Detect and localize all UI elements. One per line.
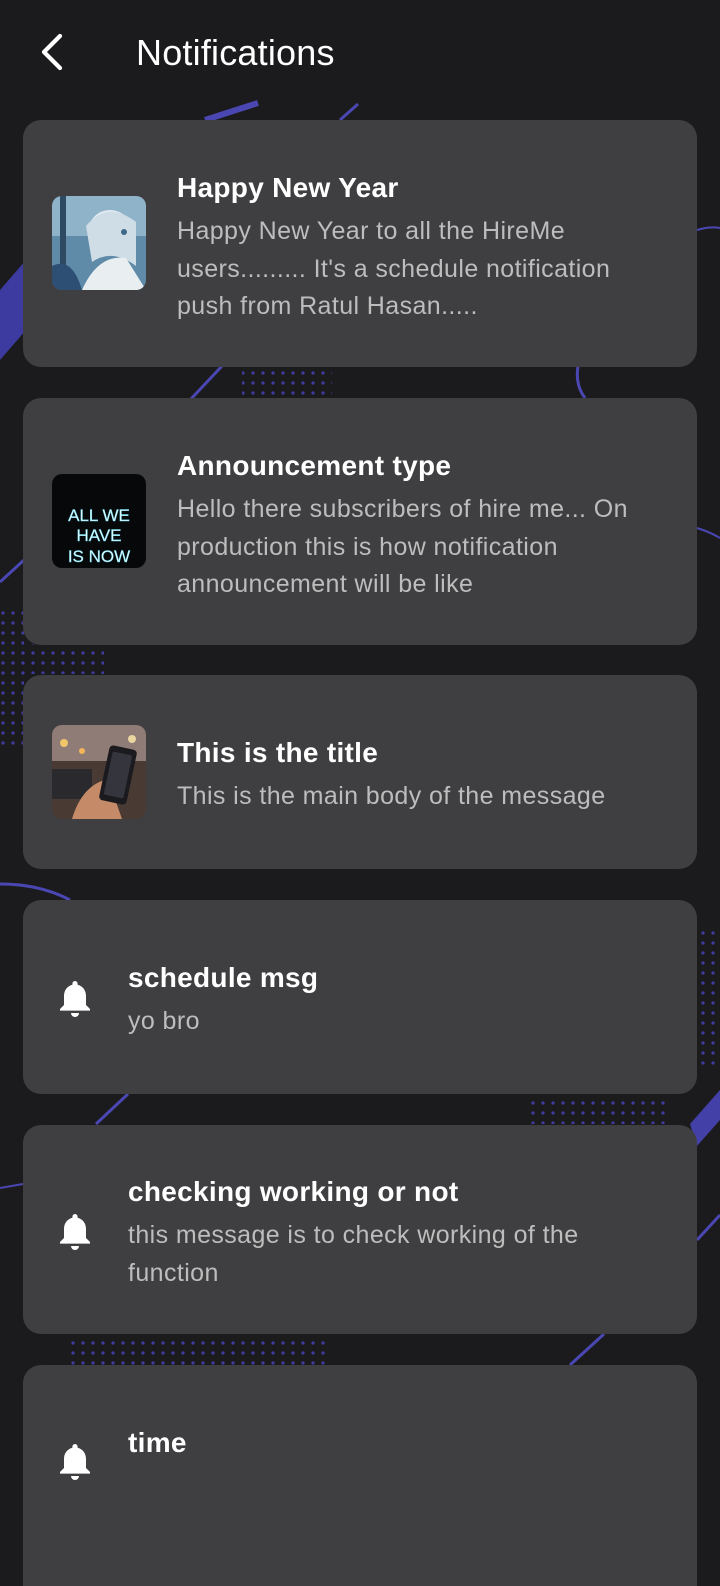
notification-image [52,196,146,290]
notification-text: time [128,1426,657,1460]
page-title: Notifications [136,32,335,73]
notification-card[interactable]: time [23,1365,697,1586]
back-button[interactable] [28,28,76,76]
notification-title: checking working or not [128,1176,459,1207]
notification-card[interactable]: schedule msg yo bro [23,900,697,1094]
notification-body: yo bro [128,1007,200,1035]
notification-text: checking working or not this message is … [128,1175,657,1292]
notification-title: This is the title [177,737,379,768]
notification-image: ALL WE HAVE IS NOW [52,474,146,568]
notification-title: schedule msg [128,962,319,993]
notification-body: This is the main body of the message [177,782,606,810]
image-text-line-2: HAVE [76,526,121,545]
notification-text: Happy New Year Happy New Year to all the… [177,171,657,326]
notification-body: this message is to check working of the … [128,1221,579,1287]
notification-text: This is the title This is the main body … [177,736,657,816]
notification-card[interactable]: This is the title This is the main body … [23,675,697,869]
bell-icon [60,1214,90,1250]
image-text-line-1: ALL WE [68,506,130,525]
notification-image [52,725,146,819]
notification-card[interactable]: Happy New Year Happy New Year to all the… [23,120,697,367]
notification-title: Happy New Year [177,172,399,203]
image-text-line-3: IS NOW [68,547,130,566]
app-bar: Notifications [0,0,720,108]
notification-title: Announcement type [177,450,452,481]
notification-text: Announcement type Hello there subscriber… [177,449,657,604]
notification-body: Hello there subscribers of hire me... On… [177,495,628,598]
bell-icon [60,1444,90,1480]
notification-card[interactable]: ALL WE HAVE IS NOW Announcement type Hel… [23,398,697,645]
bell-icon [60,981,90,1017]
chevron-left-icon [41,33,63,71]
notification-text: schedule msg yo bro [128,961,657,1041]
notification-body: Happy New Year to all the HireMe users..… [177,217,611,320]
notification-title: time [128,1427,187,1458]
notification-card[interactable]: checking working or not this message is … [23,1125,697,1334]
